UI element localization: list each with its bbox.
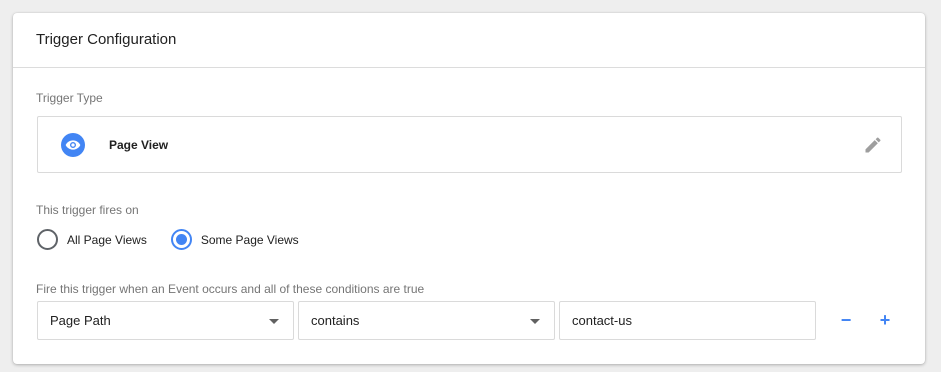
remove-condition-button[interactable]: −: [836, 310, 856, 331]
condition-value-text: contact-us: [572, 313, 632, 328]
condition-value-input[interactable]: contact-us: [559, 301, 816, 340]
add-condition-button[interactable]: +: [875, 310, 895, 331]
fires-on-label: This trigger fires on: [36, 203, 139, 217]
trigger-type-label: Trigger Type: [36, 91, 103, 105]
radio-some-page-views[interactable]: Some Page Views: [170, 229, 299, 250]
radio-unchecked-icon: [37, 229, 58, 250]
eye-icon: [61, 132, 85, 157]
trigger-type-selector[interactable]: Page View: [37, 116, 902, 173]
variable-select[interactable]: Page Path: [37, 301, 294, 340]
fires-on-radio-group: All Page Views Some Page Views: [37, 229, 323, 250]
radio-label-all: All Page Views: [67, 232, 147, 247]
condition-row: Page Path contains contact-us − +: [37, 301, 895, 340]
card-title: Trigger Configuration: [36, 30, 177, 48]
trigger-type-name: Page View: [109, 137, 169, 152]
variable-select-value: Page Path: [50, 313, 111, 328]
radio-checked-icon: [170, 229, 192, 250]
pencil-icon[interactable]: [863, 135, 883, 155]
card-header: Trigger Configuration: [13, 13, 925, 68]
chevron-down-icon: [530, 319, 540, 324]
trigger-configuration-card: Trigger Configuration Trigger Type Page …: [13, 13, 925, 364]
operator-select-value: contains: [311, 313, 360, 328]
operator-select[interactable]: contains: [298, 301, 555, 340]
radio-label-some: Some Page Views: [200, 232, 299, 247]
radio-all-page-views[interactable]: All Page Views: [37, 229, 147, 250]
condition-label: Fire this trigger when an Event occurs a…: [36, 282, 425, 296]
chevron-down-icon: [269, 319, 279, 324]
